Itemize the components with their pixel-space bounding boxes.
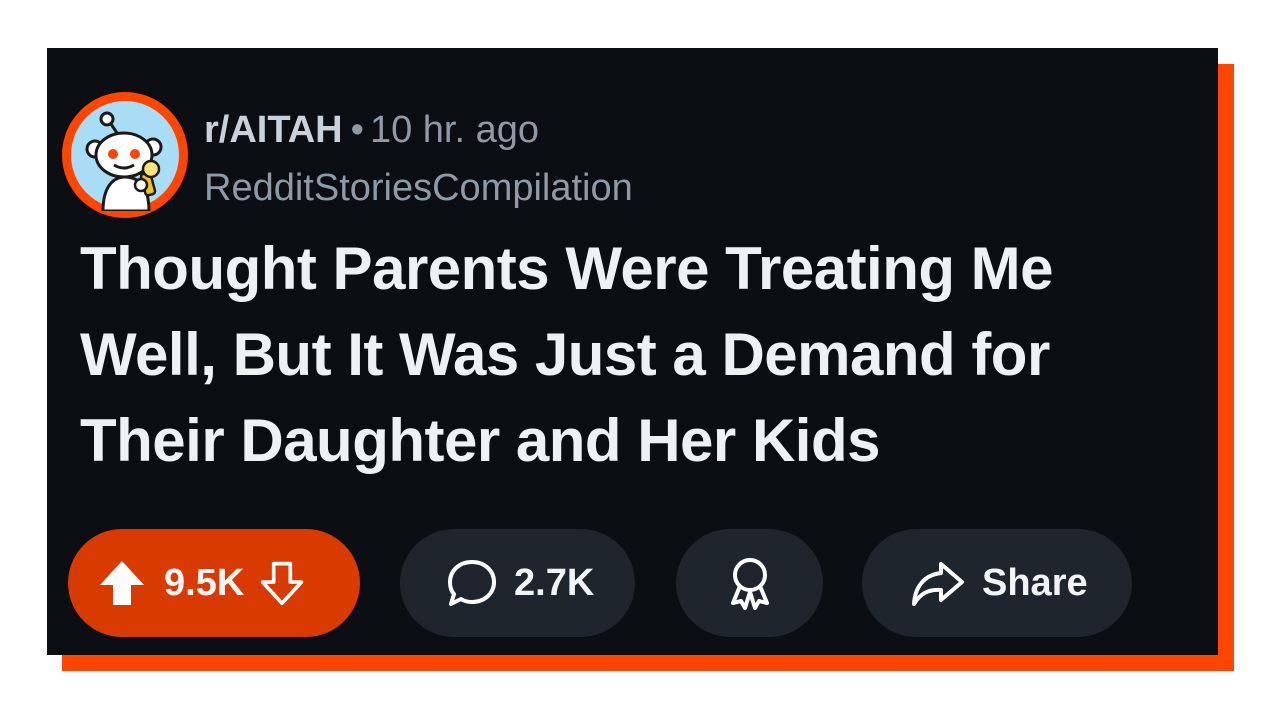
comment-icon-wrap (446, 557, 498, 609)
post-time: 10 hr. ago (369, 109, 539, 151)
post-author[interactable]: RedditStoriesCompilation (204, 166, 633, 210)
arrow-up-icon (100, 561, 144, 605)
vote-bar: 9.5K (68, 529, 360, 637)
upvote-button[interactable] (96, 557, 148, 609)
share-arrow-icon (912, 562, 964, 606)
subreddit-name[interactable]: r/AITAH (204, 109, 343, 151)
comment-count: 2.7K (514, 561, 595, 604)
subreddit-avatar[interactable] (62, 92, 188, 218)
comments-button[interactable]: 2.7K (400, 529, 635, 637)
downvote-button[interactable] (258, 559, 306, 607)
share-icon-wrap (910, 558, 966, 608)
share-button[interactable]: Share (862, 529, 1132, 637)
meta-separator: • (350, 109, 364, 151)
upvote-count: 9.5K (164, 561, 245, 604)
post-title[interactable]: Thought Parents Were Treating Me Well, B… (80, 226, 1200, 484)
share-label: Share (982, 561, 1088, 604)
award-button[interactable] (676, 529, 823, 637)
arrow-down-icon (261, 561, 304, 606)
award-ribbon-icon (730, 558, 769, 610)
speech-bubble-icon (448, 560, 496, 606)
reddit-snoo-microphone-icon (71, 101, 179, 211)
post-meta: r/AITAH • 10 hr. ago (204, 108, 539, 152)
